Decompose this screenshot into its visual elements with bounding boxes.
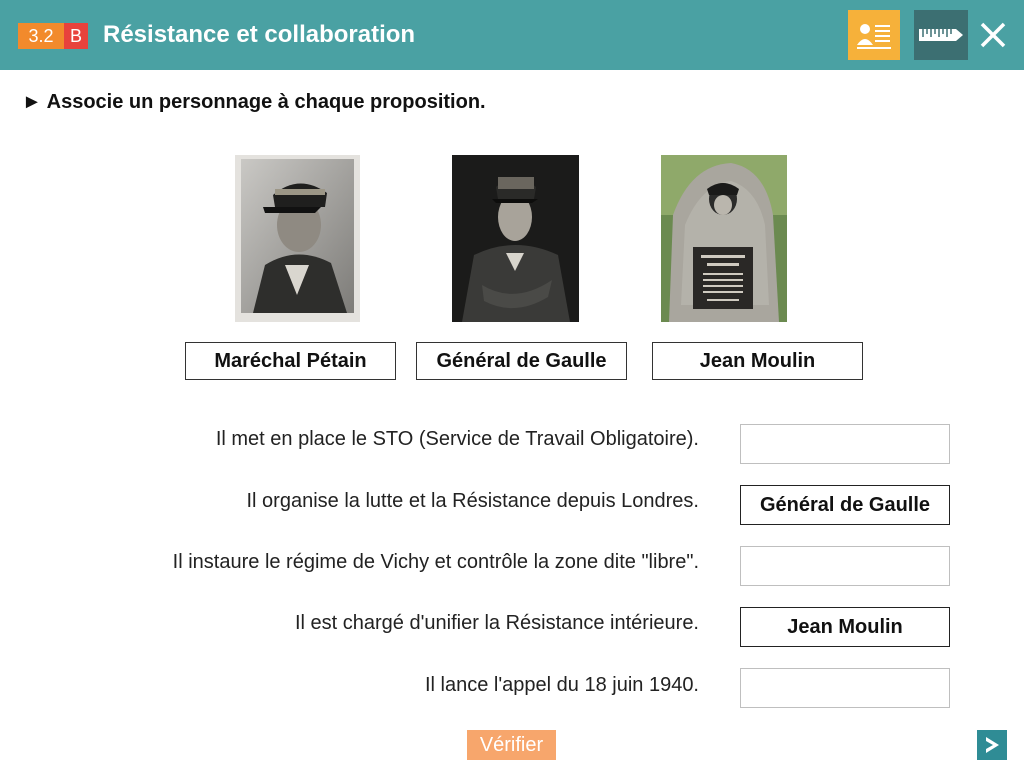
next-button[interactable]: [977, 730, 1007, 760]
lesson-number: 3.2: [18, 23, 64, 49]
ruler-tool-button[interactable]: [914, 10, 968, 60]
profile-button[interactable]: [848, 10, 900, 60]
close-icon: [980, 22, 1006, 48]
proposition-text: Il est chargé d'unifier la Résistance in…: [294, 612, 699, 634]
answer-dropzone[interactable]: Général de Gaulle: [740, 485, 950, 525]
instruction: ► Associe un personnage à chaque proposi…: [22, 90, 486, 114]
next-arrow-icon: [986, 737, 999, 753]
answer-dropzone[interactable]: [740, 424, 950, 464]
instruction-text: Associe un personnage à chaque propositi…: [46, 91, 486, 113]
proposition-text: Il instaure le régime de Vichy et contrô…: [172, 551, 699, 573]
triangle-bullet-icon: ►: [22, 91, 42, 113]
proposition-text: Il organise la lutte et la Résistance de…: [246, 490, 700, 512]
close-button[interactable]: [972, 14, 1014, 56]
photo-petain: [235, 155, 360, 322]
profile-card-icon: [856, 19, 892, 51]
page-title: Résistance et collaboration: [103, 21, 416, 48]
lesson-badge: 3.2 B: [18, 23, 88, 49]
header-bar: 3.2 B Résistance et collaboration: [0, 0, 1024, 70]
ruler-icon: [919, 29, 963, 41]
answer-dropzone[interactable]: [740, 668, 950, 708]
photo-de-gaulle: [452, 155, 579, 322]
character-card-de-gaulle[interactable]: Général de Gaulle: [416, 342, 627, 380]
character-card-moulin[interactable]: Jean Moulin: [652, 342, 863, 380]
lesson-letter: B: [64, 23, 88, 49]
verify-button[interactable]: Vérifier: [467, 730, 556, 760]
character-card-petain[interactable]: Maréchal Pétain: [185, 342, 396, 380]
proposition-text: Il met en place le STO (Service de Trava…: [215, 428, 699, 450]
proposition-text: Il lance l'appel du 18 juin 1940.: [424, 674, 699, 696]
answer-dropzone[interactable]: Jean Moulin: [740, 607, 950, 647]
photo-moulin-memorial: [661, 155, 787, 322]
answer-dropzone[interactable]: [740, 546, 950, 586]
